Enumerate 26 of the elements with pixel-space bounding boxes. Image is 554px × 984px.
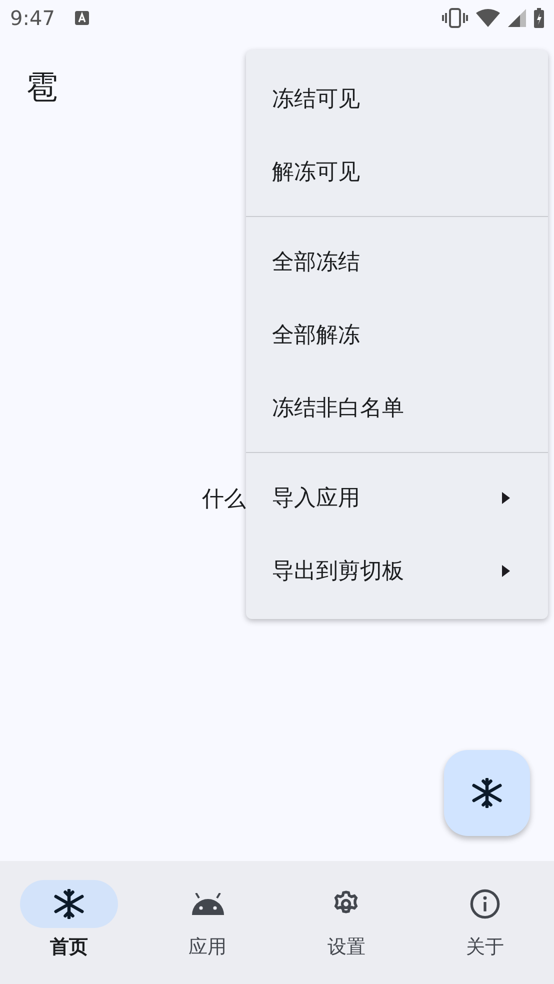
android-icon [190,893,226,915]
menu-item[interactable]: 冻结非白名单 [246,371,548,444]
submenu-arrow-icon [502,492,510,504]
keyboard-notification-icon [74,11,89,25]
menu-item[interactable]: 全部冻结 [246,225,548,298]
menu-item[interactable]: 导出到剪切板 [246,534,548,607]
vibrate-icon [442,8,468,28]
info-icon [468,888,501,920]
freeze-fab-button[interactable] [444,750,530,836]
snowflake-icon [472,778,502,808]
nav-tab[interactable]: 设置 [297,861,396,984]
submenu-arrow-icon [502,564,510,576]
menu-item[interactable]: 导入应用 [246,461,548,534]
signal-icon [508,9,526,27]
wifi-icon [476,9,500,27]
nav-tab[interactable]: 首页 [20,861,118,984]
snowflake-icon [54,889,84,919]
battery-icon [534,8,544,28]
body-text: 什么 [202,487,246,512]
menu-item[interactable]: 解冻可见 [246,135,548,208]
status-time: 9:47 [10,6,55,30]
app-title: 雹 [26,68,58,106]
nav-tab[interactable]: 关于 [436,861,534,984]
nav-tab[interactable]: 应用 [158,861,257,984]
menu-item[interactable]: 冻结可见 [246,62,548,135]
menu-item[interactable]: 全部解冻 [246,298,548,371]
